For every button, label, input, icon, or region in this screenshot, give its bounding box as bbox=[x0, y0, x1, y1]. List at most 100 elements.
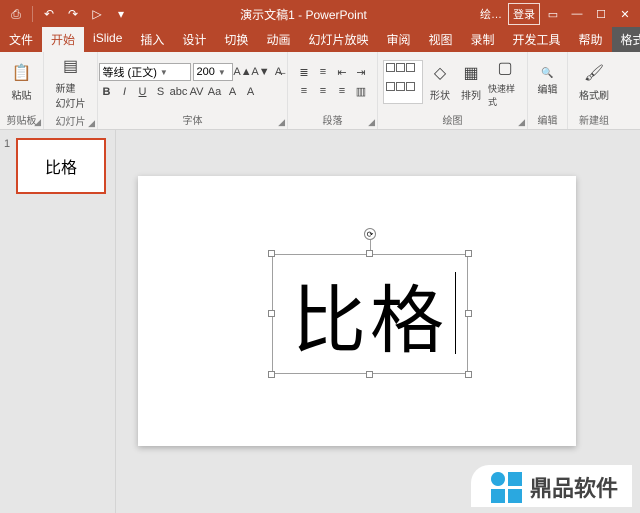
tab-录制[interactable]: 录制 bbox=[462, 27, 504, 52]
align-center-icon[interactable]: ≡ bbox=[315, 83, 331, 99]
font-style-button[interactable]: I bbox=[117, 84, 133, 100]
thumbnail-number: 1 bbox=[4, 138, 12, 194]
font-style-button[interactable]: Aa bbox=[207, 84, 223, 100]
font-name-combo[interactable]: 等线 (正文)▼ bbox=[99, 63, 191, 81]
find-icon: 🔍 bbox=[541, 68, 553, 79]
format-painter-icon: 🖌 bbox=[582, 61, 606, 85]
minimize-icon[interactable]: — bbox=[566, 3, 588, 25]
text-cursor bbox=[455, 272, 456, 354]
quick-access-toolbar: ⎙ ↶ ↷ ▷ ▾ bbox=[0, 4, 131, 24]
tab-切换[interactable]: 切换 bbox=[215, 27, 257, 52]
columns-icon[interactable]: ▥ bbox=[353, 83, 369, 99]
tab-格式[interactable]: 格式 bbox=[612, 27, 640, 52]
resize-handle[interactable] bbox=[366, 371, 373, 378]
thumbnail-pane[interactable]: 1 比格 bbox=[0, 130, 116, 513]
font-style-button[interactable]: U bbox=[135, 84, 151, 100]
group-drawing: ◇形状 ▦排列 ▢快速样式 绘图◢ bbox=[378, 52, 528, 129]
resize-handle[interactable] bbox=[268, 310, 275, 317]
font-style-button[interactable]: A bbox=[225, 84, 241, 100]
text-content[interactable]: 比格 bbox=[276, 258, 464, 370]
tab-视图[interactable]: 视图 bbox=[419, 27, 461, 52]
resize-handle[interactable] bbox=[465, 310, 472, 317]
find-button[interactable]: 🔍编辑 bbox=[538, 68, 558, 96]
title-right: 绘… 登录 ▭ — ☐ ✕ bbox=[476, 3, 640, 25]
tab-iSlide[interactable]: iSlide bbox=[84, 27, 131, 52]
resize-handle[interactable] bbox=[268, 250, 275, 257]
resize-handle[interactable] bbox=[366, 250, 373, 257]
draw-tools-label: 绘… bbox=[476, 3, 506, 25]
font-style-button[interactable]: AV bbox=[189, 84, 205, 100]
shapes-button[interactable]: ◇形状 bbox=[426, 61, 454, 102]
ribbon: 📋粘贴 剪贴板◢ ▤新建 幻灯片 幻灯片◢ 等线 (正文)▼ 200▼ A▲ A… bbox=[0, 52, 640, 130]
chevron-down-icon: ▼ bbox=[160, 68, 168, 77]
group-editing: 🔍编辑 编辑 bbox=[528, 52, 568, 129]
align-right-icon[interactable]: ≡ bbox=[334, 83, 350, 99]
font-style-button[interactable]: B bbox=[99, 84, 115, 100]
group-label: 新建组 bbox=[568, 111, 620, 129]
slide-canvas[interactable]: ⟳ 比格 bbox=[116, 130, 640, 513]
dialog-launcher-icon[interactable]: ◢ bbox=[368, 117, 375, 128]
dialog-launcher-icon[interactable]: ◢ bbox=[518, 117, 525, 128]
undo-icon[interactable]: ↶ bbox=[39, 4, 59, 24]
tab-设计[interactable]: 设计 bbox=[173, 27, 215, 52]
tab-幻灯片放映[interactable]: 幻灯片放映 bbox=[299, 27, 377, 52]
new-slide-button[interactable]: ▤新建 幻灯片 bbox=[52, 54, 90, 110]
rotate-handle[interactable]: ⟳ bbox=[364, 228, 376, 240]
close-icon[interactable]: ✕ bbox=[614, 3, 636, 25]
resize-handle[interactable] bbox=[268, 371, 275, 378]
tab-开发工具[interactable]: 开发工具 bbox=[504, 27, 570, 52]
font-style-button[interactable]: abc bbox=[171, 84, 187, 100]
tab-文件[interactable]: 文件 bbox=[0, 27, 42, 52]
ribbon-options-icon[interactable]: ▭ bbox=[542, 3, 564, 25]
numbering-icon[interactable]: ≡ bbox=[315, 64, 331, 80]
indent-icon[interactable]: ⇤ bbox=[334, 64, 350, 80]
increase-font-icon[interactable]: A▲ bbox=[235, 64, 251, 80]
shapes-gallery[interactable] bbox=[383, 60, 423, 104]
thumbnail-preview[interactable]: 比格 bbox=[16, 138, 106, 194]
tab-帮助[interactable]: 帮助 bbox=[570, 27, 612, 52]
arrange-button[interactable]: ▦排列 bbox=[457, 61, 485, 102]
format-painter-button[interactable]: 🖌格式刷 bbox=[575, 61, 613, 102]
ribbon-tabs: 文件开始iSlide插入设计切换动画幻灯片放映审阅视图录制开发工具帮助格式 💡 … bbox=[0, 28, 640, 52]
slide[interactable]: ⟳ 比格 bbox=[138, 176, 576, 446]
outdent-icon[interactable]: ⇥ bbox=[353, 64, 369, 80]
new-slide-icon: ▤ bbox=[59, 54, 83, 78]
save-icon[interactable]: ⎙ bbox=[6, 4, 26, 24]
group-newgroup: 🖌格式刷 新建组 bbox=[568, 52, 620, 129]
group-paragraph: ≣≡⇤⇥ ≡≡≡▥ 段落◢ bbox=[288, 52, 378, 129]
slideshow-icon[interactable]: ▷ bbox=[87, 4, 107, 24]
group-font: 等线 (正文)▼ 200▼ A▲ A▼ A̶ BIUSabcAVAaAA 字体◢ bbox=[98, 52, 288, 129]
maximize-icon[interactable]: ☐ bbox=[590, 3, 612, 25]
font-style-button[interactable]: S bbox=[153, 84, 169, 100]
group-label: 字体◢ bbox=[98, 111, 287, 129]
signin-button[interactable]: 登录 bbox=[508, 3, 540, 25]
align-left-icon[interactable]: ≡ bbox=[296, 83, 312, 99]
bullets-icon[interactable]: ≣ bbox=[296, 64, 312, 80]
qat-more-icon[interactable]: ▾ bbox=[111, 4, 131, 24]
paste-button[interactable]: 📋粘贴 bbox=[4, 61, 39, 102]
document-title: 演示文稿1 - PowerPoint bbox=[131, 6, 476, 23]
tab-动画[interactable]: 动画 bbox=[257, 27, 299, 52]
dialog-launcher-icon[interactable]: ◢ bbox=[88, 118, 95, 129]
resize-handle[interactable] bbox=[465, 250, 472, 257]
group-clipboard: 📋粘贴 剪贴板◢ bbox=[0, 52, 44, 129]
group-label: 绘图◢ bbox=[378, 111, 527, 129]
font-size-combo[interactable]: 200▼ bbox=[193, 63, 233, 81]
watermark-text: 鼎品软件 bbox=[530, 471, 618, 503]
thumbnail-item[interactable]: 1 比格 bbox=[0, 138, 115, 194]
work-area: 1 比格 ⟳ 比格 bbox=[0, 130, 640, 513]
quickstyle-button[interactable]: ▢快速样式 bbox=[488, 56, 522, 108]
tab-审阅[interactable]: 审阅 bbox=[377, 27, 419, 52]
dialog-launcher-icon[interactable]: ◢ bbox=[278, 117, 285, 128]
dialog-launcher-icon[interactable]: ◢ bbox=[34, 117, 41, 128]
resize-handle[interactable] bbox=[465, 371, 472, 378]
font-style-button[interactable]: A bbox=[243, 84, 259, 100]
tab-插入[interactable]: 插入 bbox=[131, 27, 173, 52]
group-label: 幻灯片◢ bbox=[44, 112, 97, 130]
text-box[interactable]: ⟳ 比格 bbox=[272, 254, 468, 374]
tab-开始[interactable]: 开始 bbox=[42, 27, 84, 52]
shapes-icon: ◇ bbox=[428, 61, 452, 85]
decrease-font-icon[interactable]: A▼ bbox=[253, 64, 269, 80]
redo-icon[interactable]: ↷ bbox=[63, 4, 83, 24]
clear-format-icon[interactable]: A̶ bbox=[271, 64, 287, 80]
